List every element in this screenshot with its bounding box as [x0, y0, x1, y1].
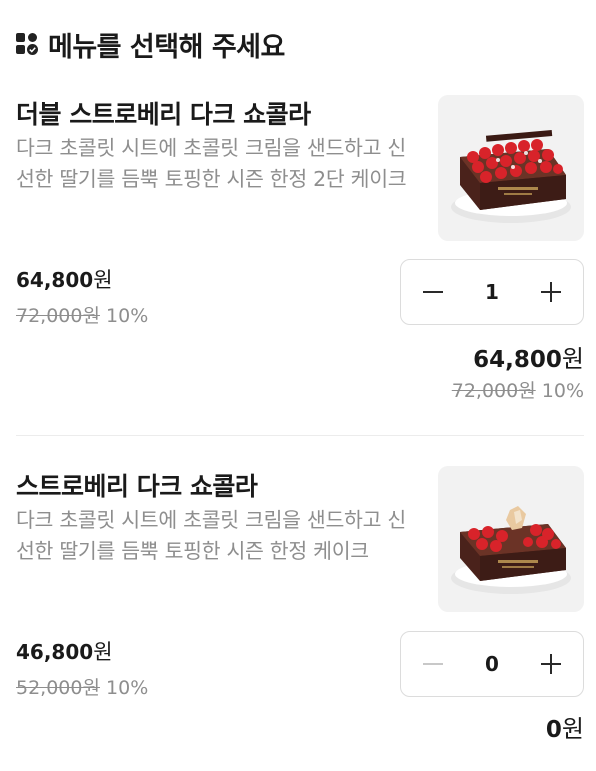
menu-item-original-price: 52,000원 10%: [16, 677, 149, 699]
quantity-value: 0: [485, 652, 499, 676]
menu-item-price: 46,800원: [16, 640, 113, 664]
item-total-price: 0원: [545, 715, 584, 743]
strawberry-chocolate-cake-icon: [451, 506, 571, 594]
menu-item-name: 스트로베리 다크 쇼콜라: [16, 472, 258, 501]
menu-item-description: 다크 초콜릿 시트에 초콜릿 크림을 샌드하고 신선한 딸기를 듬뿍 토핑한 시…: [16, 508, 406, 563]
decrease-button[interactable]: [421, 652, 445, 676]
increase-button[interactable]: [539, 652, 563, 676]
item-total: 0원: [546, 709, 584, 744]
quantity-stepper[interactable]: 0: [400, 631, 584, 697]
discount-rate: 10%: [106, 677, 149, 699]
menu-item: 스트로베리 다크 쇼콜라 다크 초콜릿 시트에 초콜릿 크림을 샌드하고 신선한…: [16, 0, 584, 771]
menu-item-image[interactable]: [438, 466, 584, 612]
